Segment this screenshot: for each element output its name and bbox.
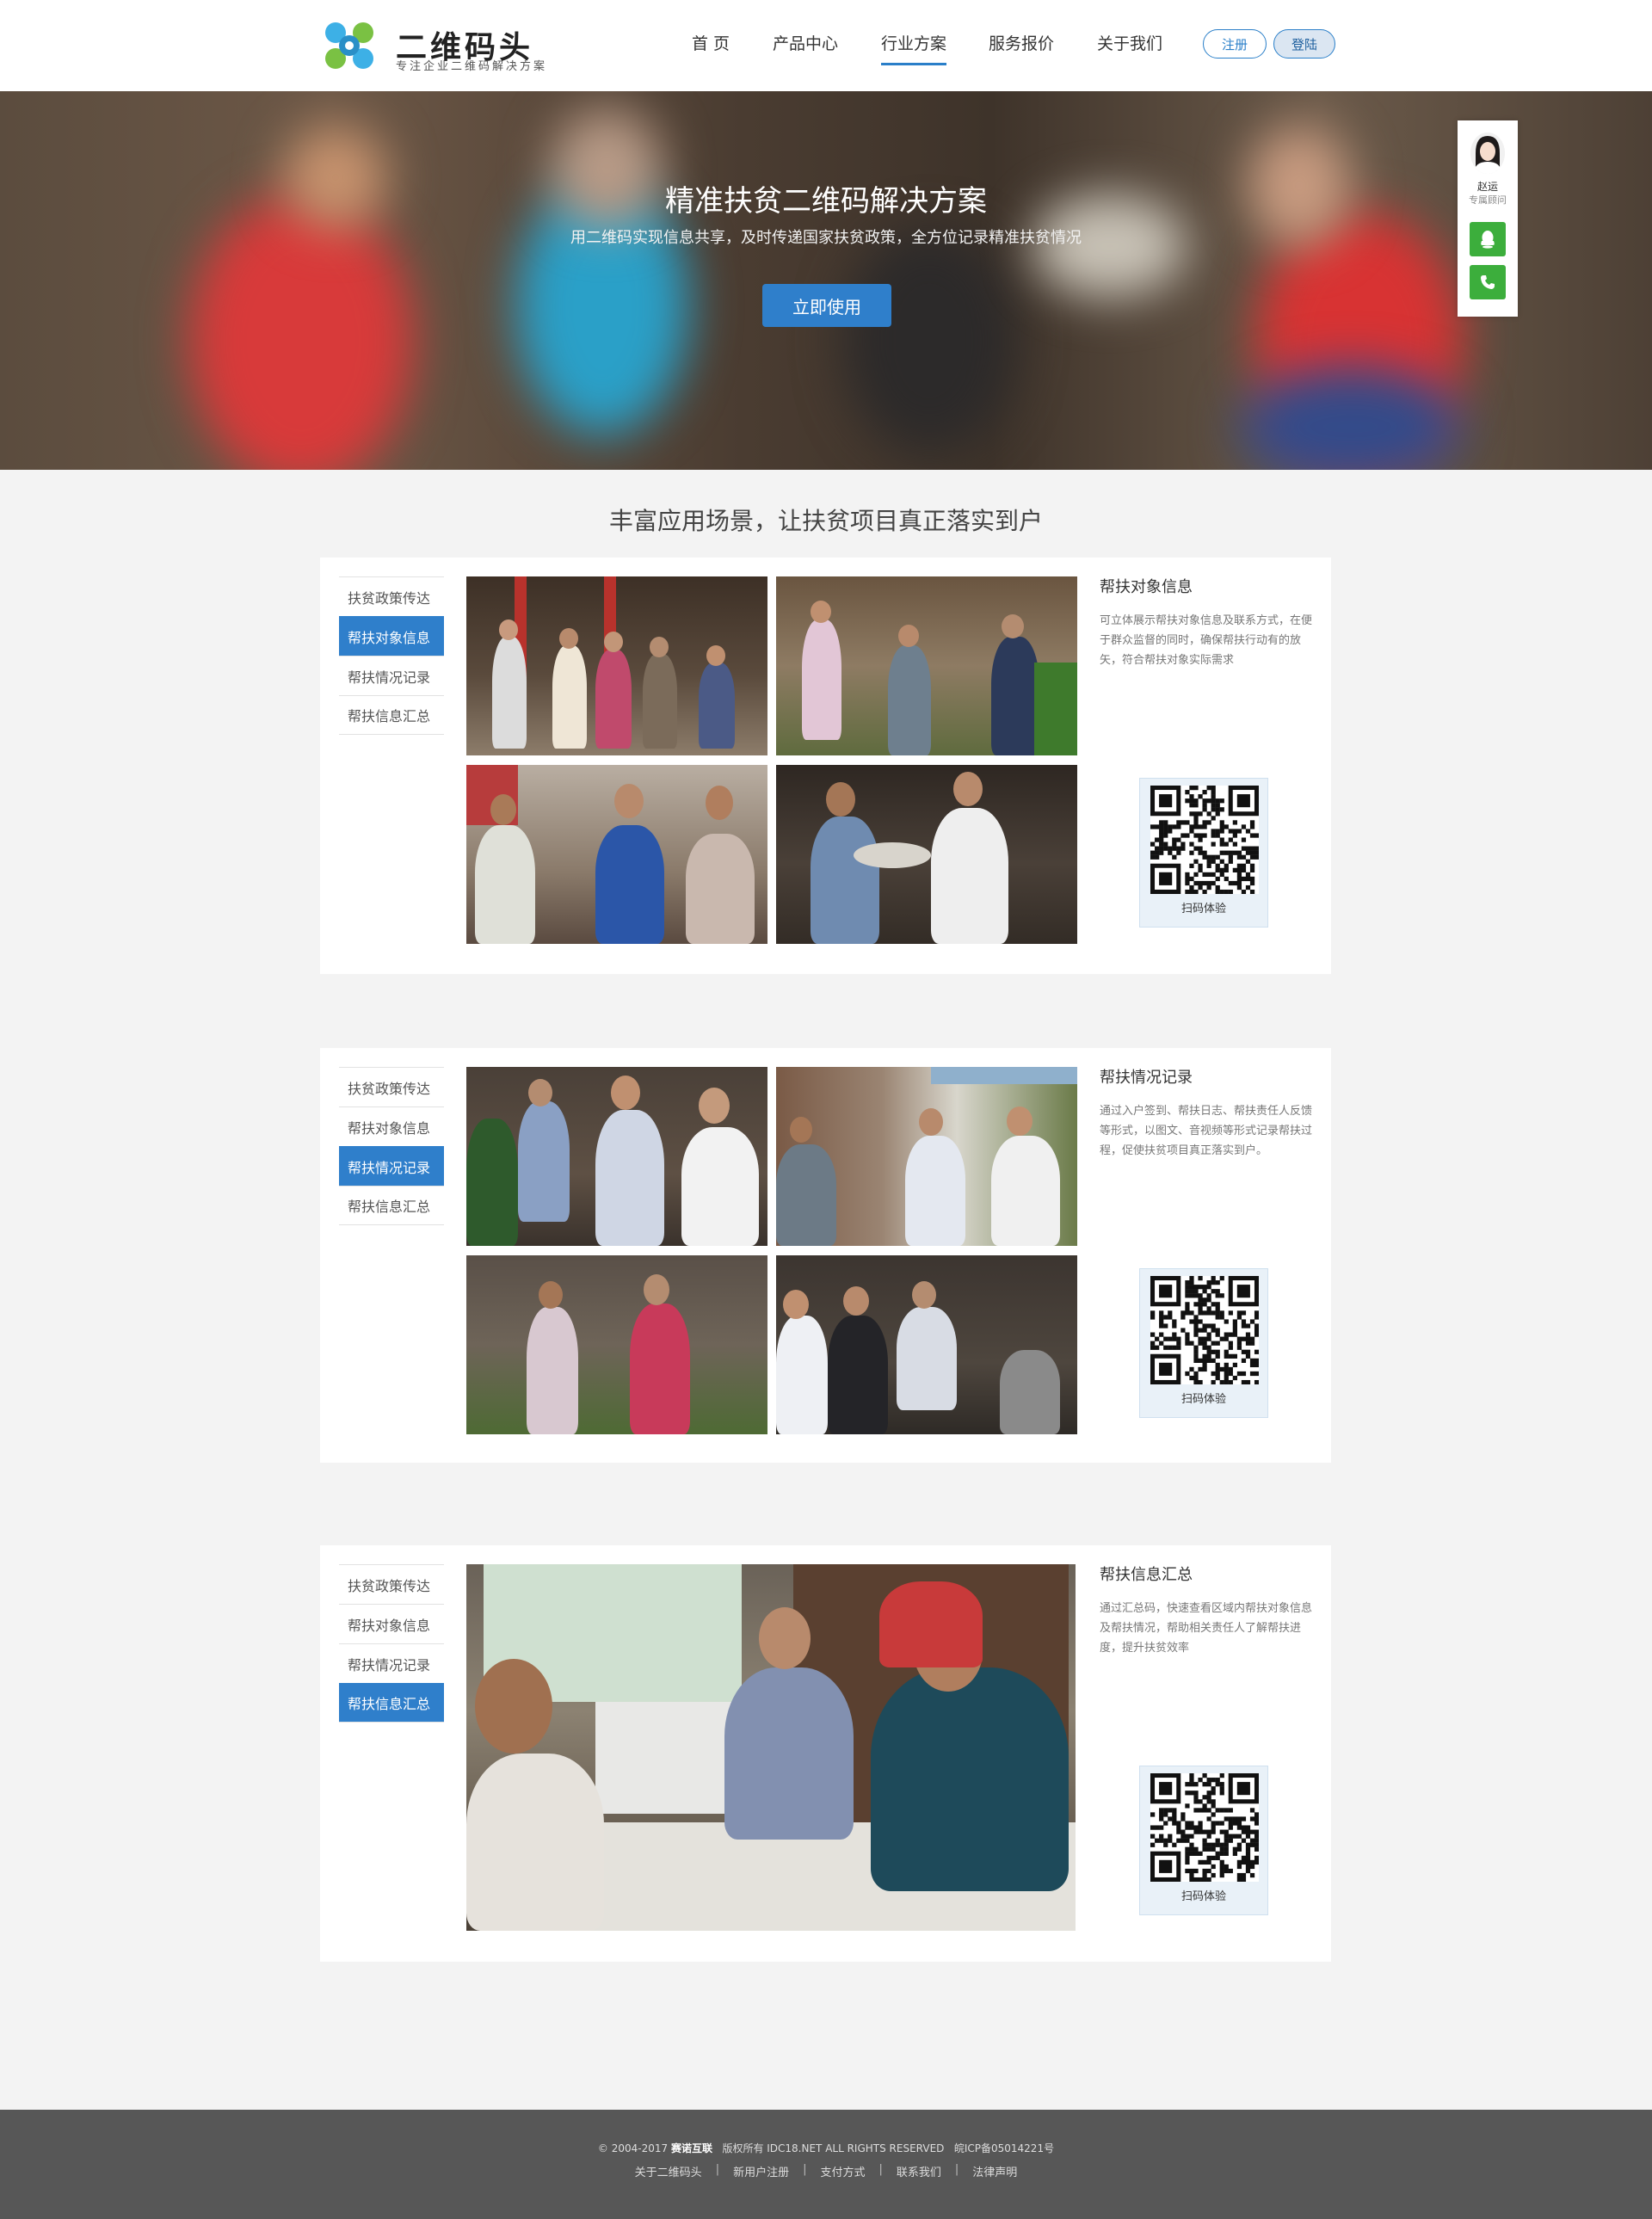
tab-summary[interactable]: 帮扶信息汇总	[339, 1186, 444, 1225]
tab-summary[interactable]: 帮扶信息汇总	[339, 695, 444, 735]
footer-links: 关于二维码头 | 新用户注册 | 支付方式 | 联系我们 | 法律声明	[0, 2163, 1652, 2179]
scenario-description: 可立体展示帮扶对象信息及联系方式，在便于群众监督的同时，确保帮扶行动有的放矢，符…	[1100, 614, 1313, 667]
scene-photo	[466, 1564, 1076, 1931]
tab-policy[interactable]: 扶贫政策传达	[339, 1067, 444, 1106]
site-header: 二维码头 专注企业二维码解决方案 首 页 产品中心 行业方案 服务报价 关于我们…	[0, 0, 1652, 91]
scene-photo	[776, 576, 1077, 755]
nav-pricing[interactable]: 服务报价	[989, 31, 1054, 63]
qr-code	[1150, 786, 1259, 894]
scenario-card-target-info: 扶贫政策传达 帮扶对象信息 帮扶情况记录 帮扶信息汇总 帮扶对象信息 可立体展示…	[320, 558, 1331, 974]
scenario-description: 通过汇总码，快速查看区域内帮扶对象信息及帮扶情况，帮助相关责任人了解帮扶进度，提…	[1100, 1602, 1313, 1655]
hero-banner: 精准扶贫二维码解决方案 用二维码实现信息共享，及时传递国家扶贫政策，全方位记录精…	[0, 91, 1652, 470]
scene-photo	[776, 1255, 1077, 1434]
nav-about[interactable]: 关于我们	[1097, 31, 1162, 63]
qr-code-panel[interactable]: 扫码体验	[1139, 778, 1268, 928]
consultant-name: 赵运	[1476, 181, 1498, 193]
footer-link-contact[interactable]: 联系我们	[883, 2163, 955, 2179]
qr-code	[1150, 1276, 1259, 1384]
qq-button[interactable]	[1470, 222, 1506, 256]
footer-link-about-brand[interactable]: 关于二维码头	[621, 2163, 716, 2179]
scenario-tabs: 扶贫政策传达 帮扶对象信息 帮扶情况记录 帮扶信息汇总	[339, 1564, 444, 1723]
scene-photo	[466, 576, 767, 755]
icp-number[interactable]: 皖ICP备05014221号	[954, 2142, 1054, 2154]
hero-title: 精准扶贫二维码解决方案	[665, 184, 987, 219]
copyright-years: © 2004-2017	[597, 2142, 669, 2154]
scenario-description: 通过入户签到、帮扶日志、帮扶责任人反馈等形式，以图文、音视频等形式记录帮扶过程，…	[1100, 1105, 1313, 1157]
nav-home[interactable]: 首 页	[692, 31, 730, 63]
scenario-card-summary: 扶贫政策传达 帮扶对象信息 帮扶情况记录 帮扶信息汇总 帮扶信息汇总 通过汇总码…	[320, 1545, 1331, 1962]
scenario-card-record: 扶贫政策传达 帮扶对象信息 帮扶情况记录 帮扶信息汇总 帮扶情况记录 通过入户签…	[320, 1048, 1331, 1463]
footer-link-legal[interactable]: 法律声明	[959, 2163, 1031, 2179]
scenario-title: 帮扶情况记录	[1100, 1069, 1193, 1087]
tab-target-info[interactable]: 帮扶对象信息	[339, 1604, 444, 1643]
logo[interactable]: 二维码头 专注企业二维码解决方案	[315, 19, 548, 73]
tab-summary[interactable]: 帮扶信息汇总	[339, 1683, 444, 1723]
tab-record[interactable]: 帮扶情况记录	[339, 1146, 444, 1186]
tab-record[interactable]: 帮扶情况记录	[339, 1643, 444, 1683]
register-button[interactable]: 注册	[1203, 29, 1267, 59]
company-name: 赛诺互联	[670, 2142, 712, 2154]
site-footer: © 2004-2017 赛诺互联 版权所有 IDC18.NET ALL RIGH…	[0, 2110, 1652, 2219]
scene-photo	[776, 1067, 1077, 1246]
nav-products[interactable]: 产品中心	[773, 31, 838, 63]
tab-target-info[interactable]: 帮扶对象信息	[339, 616, 444, 656]
phone-button[interactable]	[1470, 265, 1506, 299]
tab-policy[interactable]: 扶贫政策传达	[339, 576, 444, 616]
scene-photo	[466, 765, 767, 944]
nav-solutions[interactable]: 行业方案	[881, 31, 947, 65]
qr-label: 扫码体验	[1180, 1393, 1226, 1406]
tab-target-info[interactable]: 帮扶对象信息	[339, 1106, 444, 1146]
logo-icon	[325, 22, 373, 69]
scene-photo	[776, 765, 1077, 944]
footer-link-payment[interactable]: 支付方式	[806, 2163, 878, 2179]
scenario-title: 帮扶信息汇总	[1100, 1566, 1193, 1584]
consultant-avatar	[1470, 133, 1505, 174]
consultant-widget: 赵运 专属顾问	[1458, 120, 1518, 317]
tab-policy[interactable]: 扶贫政策传达	[339, 1564, 444, 1604]
qr-code-panel[interactable]: 扫码体验	[1139, 1268, 1268, 1418]
qr-label: 扫码体验	[1180, 903, 1226, 915]
consultant-role: 专属顾问	[1469, 194, 1507, 206]
rights-text: 版权所有 IDC18.NET ALL RIGHTS RESERVED	[722, 2142, 945, 2154]
scenario-title: 帮扶对象信息	[1100, 578, 1193, 596]
brand-subtitle: 专注企业二维码解决方案	[396, 60, 548, 73]
qq-icon	[1481, 231, 1495, 249]
avatar-icon	[1470, 133, 1505, 174]
phone-icon	[1481, 275, 1495, 289]
scenario-tabs: 扶贫政策传达 帮扶对象信息 帮扶情况记录 帮扶信息汇总	[339, 1067, 444, 1225]
scenario-tabs: 扶贫政策传达 帮扶对象信息 帮扶情况记录 帮扶信息汇总	[339, 576, 444, 735]
scene-photo	[466, 1067, 767, 1246]
section-title: 丰富应用场景，让扶贫项目真正落实到户	[608, 507, 1043, 535]
qr-label: 扫码体验	[1180, 1890, 1226, 1903]
scene-photo	[466, 1255, 767, 1434]
hero-subtitle: 用二维码实现信息共享，及时传递国家扶贫政策，全方位记录精准扶贫情况	[570, 229, 1082, 247]
footer-link-register[interactable]: 新用户注册	[719, 2163, 803, 2179]
use-now-button[interactable]: 立即使用	[762, 284, 891, 327]
qr-code-panel[interactable]: 扫码体验	[1139, 1766, 1268, 1915]
copyright-line: © 2004-2017 赛诺互联 版权所有 IDC18.NET ALL RIGH…	[0, 2141, 1652, 2155]
hero-photo-blur	[843, 229, 1015, 453]
tab-record[interactable]: 帮扶情况记录	[339, 656, 444, 695]
qr-code	[1150, 1773, 1259, 1882]
login-button[interactable]: 登陆	[1273, 29, 1335, 59]
